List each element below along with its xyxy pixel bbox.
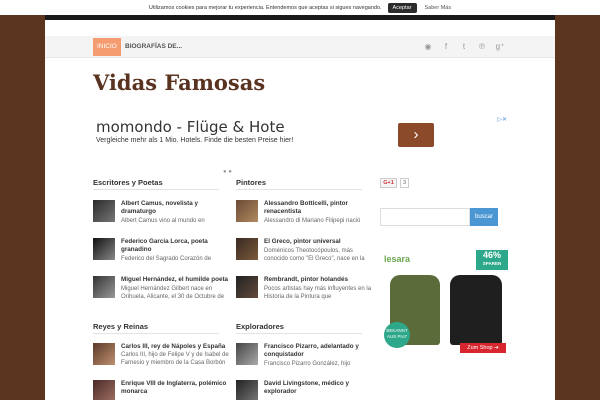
post-thumbnail[interactable] <box>236 238 258 260</box>
lesara-logo: lesara <box>384 254 411 264</box>
section-divider <box>93 189 219 190</box>
post-thumbnail[interactable] <box>236 276 258 298</box>
google-plus-count: 3 <box>400 178 409 188</box>
post-thumbnail[interactable] <box>236 343 258 365</box>
more-info-link[interactable]: Saber Más <box>425 5 452 11</box>
facebook-icon[interactable]: f <box>439 38 453 56</box>
twitter-icon[interactable]: t <box>457 38 471 56</box>
ad-headline[interactable]: momondo - Flüge & Hote <box>96 118 285 136</box>
nav-biographies[interactable]: BIOGRAFÍAS DE... <box>125 38 182 56</box>
section-title-painters[interactable]: Pintores <box>236 178 266 187</box>
post-thumbnail[interactable] <box>93 200 115 222</box>
post-title[interactable]: Albert Camus, novelista y dramaturgo <box>121 200 231 216</box>
section-title-kings[interactable]: Reyes y Reinas <box>93 322 148 331</box>
lesara-ad-banner[interactable]: lesara 46% SPAREN BEKANNT AUS Pro7 Zum S… <box>380 250 510 360</box>
post-item[interactable]: Federico García Lorca, poeta granadino F… <box>93 238 223 264</box>
post-item[interactable]: Alessandro Botticelli, pintor renacentis… <box>236 200 366 226</box>
post-item[interactable]: El Greco, pintor universal Doménicos The… <box>236 238 366 264</box>
google-plus-one-button[interactable]: G+1 <box>380 178 397 188</box>
site-title[interactable]: Vidas Famosas <box>93 70 265 95</box>
post-excerpt: Francisco Pizarro González, hijo <box>264 361 351 367</box>
post-item[interactable]: Francisco Pizarro, adelantado y conquist… <box>236 343 366 369</box>
pro7-badge: BEKANNT AUS Pro7 <box>384 322 410 348</box>
main-nav: INICIO BIOGRAFÍAS DE... ◉ f t ℗ g⁺ <box>45 36 555 58</box>
post-thumbnail[interactable] <box>93 276 115 298</box>
discount-value: 46% <box>482 250 501 260</box>
post-item[interactable]: David Livingstone, médico y explorador <box>236 380 366 400</box>
accept-cookies-button[interactable]: Aceptar <box>387 2 417 13</box>
post-title[interactable]: Carlos III, rey de Nápoles y España <box>121 343 231 351</box>
post-title[interactable]: Enrique VIII de Inglaterra, polémico mon… <box>121 380 231 396</box>
section-divider <box>236 189 362 190</box>
search-button[interactable]: buscar <box>470 208 498 226</box>
post-excerpt: Albert Camus vino al mundo en <box>121 218 205 224</box>
nav-home[interactable]: INICIO <box>93 38 121 56</box>
ad-description: Vergleiche mehr als 1 Mio. Hotels. Finde… <box>96 137 294 144</box>
post-excerpt: Pocos artistas hay más influyentes en la… <box>264 286 372 300</box>
post-title[interactable]: Miguel Hernández, el humilde poeta <box>121 276 231 284</box>
post-item[interactable]: Carlos III, rey de Nápoles y España Carl… <box>93 343 229 369</box>
post-thumbnail[interactable] <box>93 380 115 400</box>
adchoices-icon[interactable]: ▷✕ <box>497 116 507 123</box>
google-plus-icon[interactable]: g⁺ <box>493 38 507 56</box>
cookie-bar: Utilizamos cookies para mejorar tu exper… <box>0 0 600 15</box>
post-excerpt: Carlos III, hijo de Felipe V y de Isabel… <box>121 352 229 366</box>
section-divider <box>236 333 362 334</box>
post-item[interactable]: Enrique VIII de Inglaterra, polémico mon… <box>93 380 226 400</box>
page-container: INICIO BIOGRAFÍAS DE... ◉ f t ℗ g⁺ Vidas… <box>45 20 555 400</box>
search-input[interactable] <box>380 208 470 226</box>
post-item[interactable]: Miguel Hernández, el humilde poeta Migue… <box>93 276 228 302</box>
pinterest-icon[interactable]: ℗ <box>475 38 489 56</box>
post-title[interactable]: Alessandro Botticelli, pintor renacentis… <box>264 200 374 216</box>
discount-label: SPAREN <box>482 261 502 266</box>
product-image-black-jacket[interactable] <box>450 275 502 345</box>
post-title[interactable]: Federico García Lorca, poeta granadino <box>121 238 231 254</box>
post-excerpt: Doménicos Theotocópoulos, más conocido c… <box>264 248 365 262</box>
post-item[interactable]: Rembrandt, pintor holandés Pocos artista… <box>236 276 371 302</box>
post-excerpt: Alessandro di Mariano Filipepi nació <box>264 218 361 224</box>
rss-icon[interactable]: ◉ <box>421 38 435 56</box>
section-title-explorers[interactable]: Exploradores <box>236 322 284 331</box>
post-thumbnail[interactable] <box>93 343 115 365</box>
post-thumbnail[interactable] <box>236 380 258 400</box>
post-excerpt: Federico del Sagrado Corazón de <box>121 256 212 262</box>
post-title[interactable]: Francisco Pizarro, adelantado y conquist… <box>264 343 374 359</box>
discount-badge: 46% SPAREN <box>476 250 508 270</box>
section-title-writers[interactable]: Escritores y Poetas <box>93 178 163 187</box>
ad-banner[interactable]: momondo - Flüge & Hote Vergleiche mehr a… <box>93 113 507 157</box>
post-thumbnail[interactable] <box>236 200 258 222</box>
post-thumbnail[interactable] <box>93 238 115 260</box>
section-divider <box>93 333 219 334</box>
carousel-dots[interactable]: ● ● <box>223 169 232 175</box>
shop-button[interactable]: Zum Shop ➔ <box>460 343 506 353</box>
post-title[interactable]: David Livingstone, médico y explorador <box>264 380 374 396</box>
ad-arrow-button[interactable]: › <box>398 123 434 147</box>
post-excerpt: Miguel Hernández Gilbert nace en Orihuel… <box>121 286 225 300</box>
post-item[interactable]: Albert Camus, novelista y dramaturgo Alb… <box>93 200 223 226</box>
post-title[interactable]: El Greco, pintor universal <box>264 238 374 246</box>
cookie-message: Utilizamos cookies para mejorar tu exper… <box>148 4 382 11</box>
post-title[interactable]: Rembrandt, pintor holandés <box>264 276 374 284</box>
